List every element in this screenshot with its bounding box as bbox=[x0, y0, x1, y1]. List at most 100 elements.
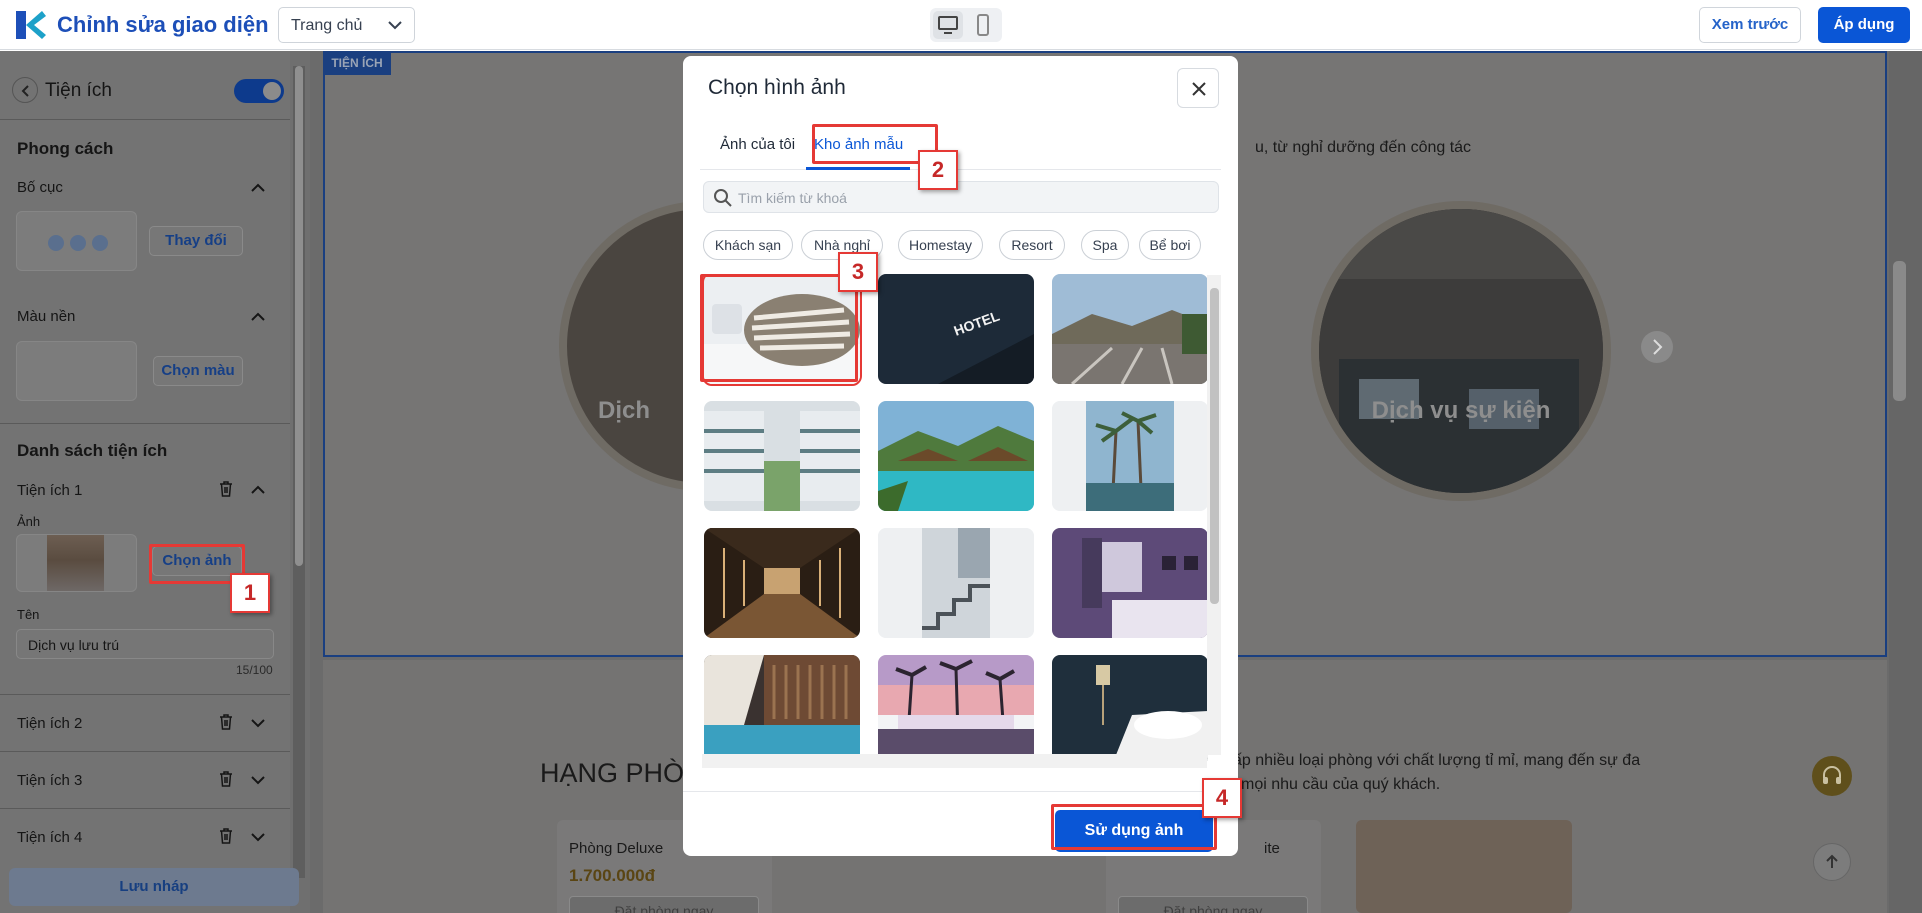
amenity-list-heading: Danh sách tiện ích bbox=[17, 441, 168, 460]
image-grid-hscrollbar[interactable] bbox=[702, 754, 1207, 768]
bg-color-label: Màu nền bbox=[17, 308, 76, 325]
divider bbox=[0, 808, 290, 809]
page-select-value: Trang chủ bbox=[291, 17, 363, 34]
change-layout-button[interactable]: Thay đổi bbox=[149, 226, 243, 256]
step-marker-4: 4 bbox=[1202, 778, 1242, 818]
scroll-to-top-button[interactable] bbox=[1813, 843, 1851, 881]
chevron-down-icon[interactable] bbox=[250, 718, 266, 728]
desktop-view-button[interactable] bbox=[933, 11, 963, 39]
room-name: ite bbox=[1264, 840, 1280, 857]
chevron-up-icon[interactable] bbox=[250, 485, 266, 495]
canvas-scrollbar[interactable] bbox=[1889, 51, 1922, 913]
circle-label: Dịch vụ sự kiện bbox=[1371, 397, 1551, 424]
chevron-left-icon bbox=[21, 85, 29, 97]
divider bbox=[0, 694, 290, 695]
sidebar: Tiện ích Phong cách Bố cục Thay đổi Màu … bbox=[0, 51, 310, 913]
headset-icon bbox=[1823, 766, 1841, 784]
chip-spa[interactable]: Spa bbox=[1081, 230, 1129, 260]
app-title: Chỉnh sửa giao diện bbox=[57, 12, 269, 37]
palm-pool-photo bbox=[1052, 401, 1208, 511]
page-select[interactable]: Trang chủ bbox=[278, 7, 415, 43]
image-option-sunset-pool[interactable] bbox=[878, 655, 1034, 765]
char-counter: 15/100 bbox=[236, 663, 273, 677]
staircase-photo bbox=[878, 528, 1034, 638]
room-photo bbox=[1356, 820, 1572, 913]
amenity-1-name-input[interactable]: Dịch vụ lưu trú bbox=[16, 629, 274, 659]
image-option-indoor-pool[interactable] bbox=[704, 655, 860, 765]
trash-icon[interactable] bbox=[218, 480, 234, 498]
image-label: Ảnh bbox=[17, 514, 41, 529]
save-draft-button[interactable]: Lưu nháp bbox=[9, 868, 299, 906]
chip-homestay[interactable]: Homestay bbox=[898, 230, 983, 260]
mobile-icon bbox=[977, 14, 989, 36]
device-switch bbox=[930, 8, 1002, 42]
amenity-3-title[interactable]: Tiện ích 3 bbox=[17, 772, 82, 789]
image-option-staircase[interactable] bbox=[878, 528, 1034, 638]
image-option-palm-pool[interactable] bbox=[1052, 401, 1208, 511]
image-source-tabs: Ảnh của tôi Kho ảnh mẫu bbox=[700, 126, 1221, 170]
step-marker-2: 2 bbox=[918, 150, 958, 190]
layout-label: Bố cục bbox=[17, 179, 63, 196]
book-now-button[interactable]: Đặt phòng ngay bbox=[1118, 896, 1308, 913]
hotel-sign-photo: HOTEL bbox=[878, 274, 1034, 384]
trash-icon[interactable] bbox=[218, 827, 234, 845]
arrow-up-icon bbox=[1826, 854, 1838, 868]
book-now-button[interactable]: Đặt phòng ngay bbox=[569, 896, 759, 913]
close-button[interactable] bbox=[1177, 68, 1219, 108]
image-option-corridor[interactable] bbox=[704, 528, 860, 638]
corridor-photo bbox=[704, 528, 860, 638]
mobile-view-button[interactable] bbox=[968, 11, 998, 39]
tropical-pool-photo bbox=[878, 401, 1034, 511]
divider bbox=[0, 119, 290, 120]
purple-bedroom-photo bbox=[1052, 528, 1208, 638]
active-tab-indicator bbox=[806, 167, 910, 170]
room-name: Phòng Deluxe bbox=[569, 840, 664, 857]
sidebar-scrollbar-thumb[interactable] bbox=[295, 66, 303, 566]
amenity-1-thumbnail bbox=[47, 535, 104, 591]
chevron-down-icon[interactable] bbox=[250, 832, 266, 842]
image-option-hotel-sign[interactable]: HOTEL bbox=[878, 274, 1034, 384]
tab-my-images[interactable]: Ảnh của tôi bbox=[720, 136, 795, 153]
image-option-tropical-pool[interactable] bbox=[878, 401, 1034, 511]
style-heading: Phong cách bbox=[17, 139, 114, 158]
image-option-mountain-terrace[interactable] bbox=[1052, 274, 1208, 384]
search-icon bbox=[714, 189, 732, 207]
chevron-down-icon[interactable] bbox=[250, 775, 266, 785]
bg-color-swatch bbox=[16, 341, 137, 401]
amenity-2-title[interactable]: Tiện ích 2 bbox=[17, 715, 82, 732]
highlight-use-image bbox=[1051, 804, 1217, 850]
image-option-purple-bedroom[interactable] bbox=[1052, 528, 1208, 638]
room-price: 1.700.000đ bbox=[569, 866, 656, 885]
layout-preview bbox=[16, 211, 137, 271]
pick-color-button[interactable]: Chọn màu bbox=[153, 356, 243, 386]
preview-button[interactable]: Xem trước bbox=[1699, 7, 1801, 43]
chevron-up-icon[interactable] bbox=[250, 312, 266, 322]
slider-next-button[interactable] bbox=[1641, 331, 1673, 363]
amenity-circle-right: Dịch vụ sự kiện bbox=[1311, 201, 1611, 501]
layout-dots-icon bbox=[48, 235, 108, 251]
apply-button[interactable]: Áp dụng bbox=[1818, 7, 1910, 43]
app-logo-icon bbox=[12, 8, 48, 42]
image-option-hotel-courtyard[interactable] bbox=[704, 401, 860, 511]
section-visibility-toggle[interactable] bbox=[234, 79, 284, 103]
trash-icon[interactable] bbox=[218, 770, 234, 788]
amenity-4-title[interactable]: Tiện ích 4 bbox=[17, 829, 82, 846]
back-button[interactable] bbox=[12, 77, 38, 103]
chip-pool[interactable]: Bể bơi bbox=[1139, 230, 1201, 260]
choose-image-modal: Chọn hình ảnh Ảnh của tôi Kho ảnh mẫu Kh… bbox=[683, 56, 1238, 856]
chevron-up-icon[interactable] bbox=[250, 183, 266, 193]
trash-icon[interactable] bbox=[218, 713, 234, 731]
top-bar: Chỉnh sửa giao diện Trang chủ Xem trước … bbox=[0, 0, 1922, 50]
image-grid-scrollbar-thumb[interactable] bbox=[1210, 288, 1219, 604]
chip-resort[interactable]: Resort bbox=[999, 230, 1065, 260]
amenity-1-title[interactable]: Tiện ích 1 bbox=[17, 482, 82, 499]
section-tag: TIỆN ÍCH bbox=[323, 51, 391, 75]
support-headset-button[interactable] bbox=[1812, 756, 1852, 796]
canvas-scrollbar-thumb[interactable] bbox=[1893, 261, 1906, 401]
modal-title: Chọn hình ảnh bbox=[708, 76, 846, 99]
image-option-dark-bedroom[interactable] bbox=[1052, 655, 1208, 765]
chip-hotel[interactable]: Khách sạn bbox=[703, 230, 793, 260]
search-box bbox=[703, 181, 1219, 213]
search-input[interactable] bbox=[738, 187, 1198, 209]
step-marker-1: 1 bbox=[230, 573, 270, 613]
